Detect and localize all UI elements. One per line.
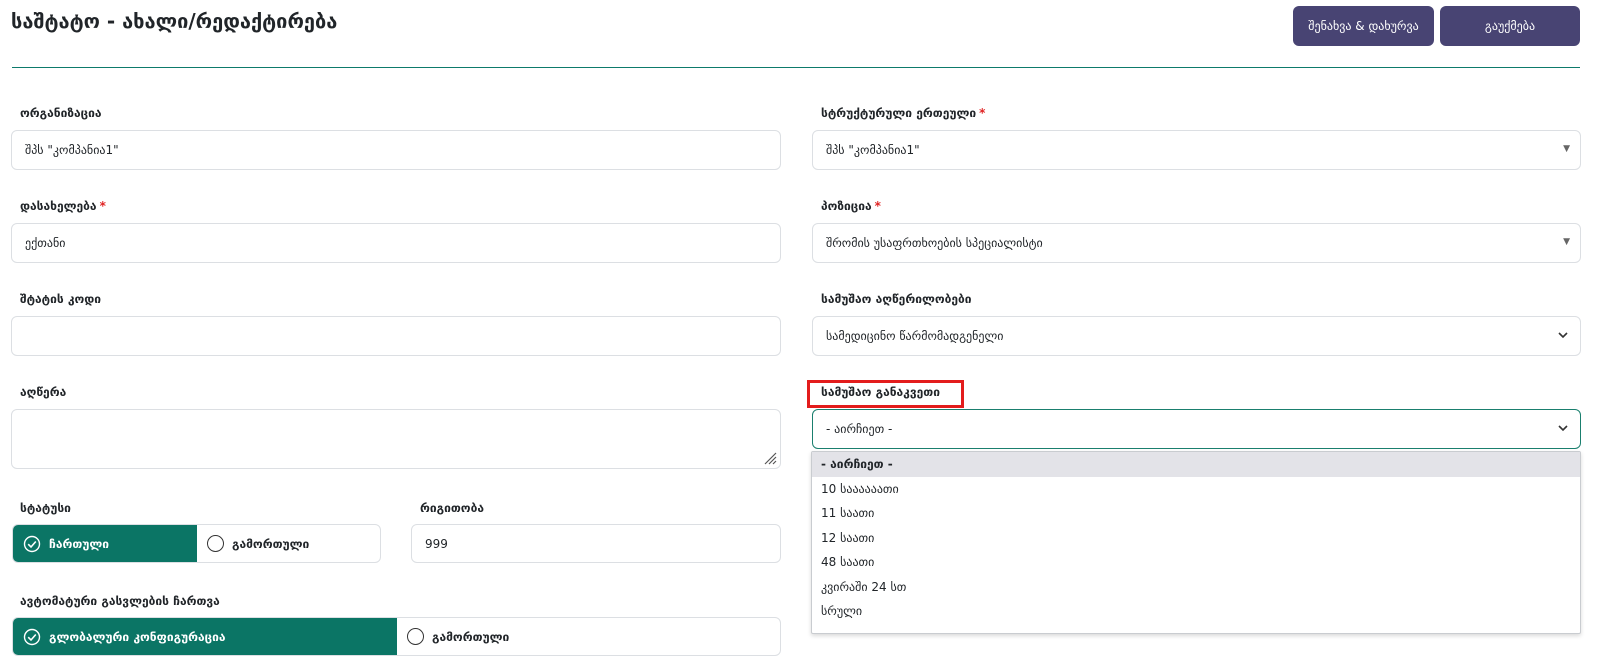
work-schedule-option[interactable]: სრული: [812, 599, 1580, 624]
work-schedule-dropdown[interactable]: - აირჩიეთ - 10 საააააათი 11 საათი 12 საა…: [811, 451, 1581, 634]
description-label: აღწერა: [20, 385, 67, 399]
position-select[interactable]: შრომის უსაფრთხოების სპეციალისტი ▼: [812, 223, 1581, 263]
status-label: სტატუსი: [20, 501, 71, 515]
work-schedule-option[interactable]: 10 საააააათი: [812, 477, 1580, 502]
required-marker: *: [979, 106, 986, 120]
work-schedule-option[interactable]: 11 საათი: [812, 501, 1580, 526]
name-input[interactable]: ექთანი: [11, 223, 781, 263]
cancel-button[interactable]: გაუქმება: [1440, 6, 1580, 46]
required-marker: *: [99, 199, 106, 213]
page-title: საშტატო - ახალი/რედაქტირება: [11, 9, 338, 33]
order-label: რიგითობა: [420, 501, 484, 515]
save-close-button[interactable]: შენახვა & დახურვა: [1293, 6, 1434, 46]
name-value: ექთანი: [25, 236, 66, 250]
job-descriptions-value: სამედიცინო წარმომადგენელი: [826, 329, 1004, 343]
structural-unit-value: შპს "კომპანია1": [826, 143, 920, 157]
chevron-down-icon: [1558, 425, 1568, 432]
resize-handle-icon[interactable]: [763, 451, 777, 465]
structural-unit-label: სტრუქტურული ერთეული *: [821, 106, 986, 120]
auto-logout-on-option[interactable]: გლობალური კონფიგურაცია: [13, 618, 397, 655]
auto-logout-toggle[interactable]: გლობალური კონფიგურაცია გამორთული: [12, 617, 781, 656]
status-toggle[interactable]: ჩართული გამორთული: [12, 524, 381, 563]
work-schedule-label: სამუშაო განაკვეთი: [821, 385, 940, 399]
name-label: დასახელება *: [20, 199, 106, 213]
status-on-option[interactable]: ჩართული: [13, 525, 197, 562]
work-schedule-option[interactable]: კვირაში 24 სთ: [812, 575, 1580, 600]
organization-label: ორგანიზაცია: [20, 106, 102, 120]
radio-empty-icon: [207, 535, 224, 552]
auto-logout-off-label: გამორთული: [432, 629, 510, 644]
auto-logout-label: ავტომატური გასვლების ჩართვა: [20, 594, 220, 608]
order-input[interactable]: 999: [411, 524, 781, 563]
position-value: შრომის უსაფრთხოების სპეციალისტი: [826, 236, 1043, 250]
status-off-label: გამორთული: [232, 536, 310, 551]
auto-logout-on-label: გლობალური კონფიგურაცია: [49, 629, 226, 644]
header-divider: [12, 67, 1580, 68]
work-schedule-value: - აირჩიეთ -: [826, 422, 893, 436]
caret-down-icon: ▼: [1563, 144, 1570, 154]
job-descriptions-label: სამუშაო აღწერილობები: [821, 292, 972, 306]
description-textarea[interactable]: [11, 409, 781, 469]
chevron-down-icon: [1558, 332, 1568, 339]
radio-empty-icon: [407, 628, 424, 645]
organization-input[interactable]: შპს "კომპანია1": [11, 130, 781, 170]
work-schedule-select[interactable]: - აირჩიეთ -: [812, 409, 1581, 449]
staff-code-label: შტატის კოდი: [20, 292, 102, 306]
order-value: 999: [425, 536, 448, 551]
position-label: პოზიცია *: [821, 199, 881, 213]
required-marker: *: [874, 199, 881, 213]
organization-value: შპს "კომპანია1": [25, 143, 119, 157]
staff-code-input[interactable]: [11, 316, 781, 356]
job-descriptions-select[interactable]: სამედიცინო წარმომადგენელი: [812, 316, 1581, 356]
work-schedule-option[interactable]: 12 საათი: [812, 526, 1580, 551]
check-circle-icon: [23, 628, 41, 645]
status-off-option[interactable]: გამორთული: [197, 525, 309, 562]
work-schedule-option[interactable]: 48 საათი: [812, 550, 1580, 575]
caret-down-icon: ▼: [1563, 237, 1570, 247]
work-schedule-option[interactable]: - აირჩიეთ -: [812, 452, 1580, 477]
check-circle-icon: [23, 535, 41, 552]
structural-unit-select[interactable]: შპს "კომპანია1" ▼: [812, 130, 1581, 170]
status-on-label: ჩართული: [49, 536, 110, 551]
auto-logout-off-option[interactable]: გამორთული: [397, 618, 509, 655]
